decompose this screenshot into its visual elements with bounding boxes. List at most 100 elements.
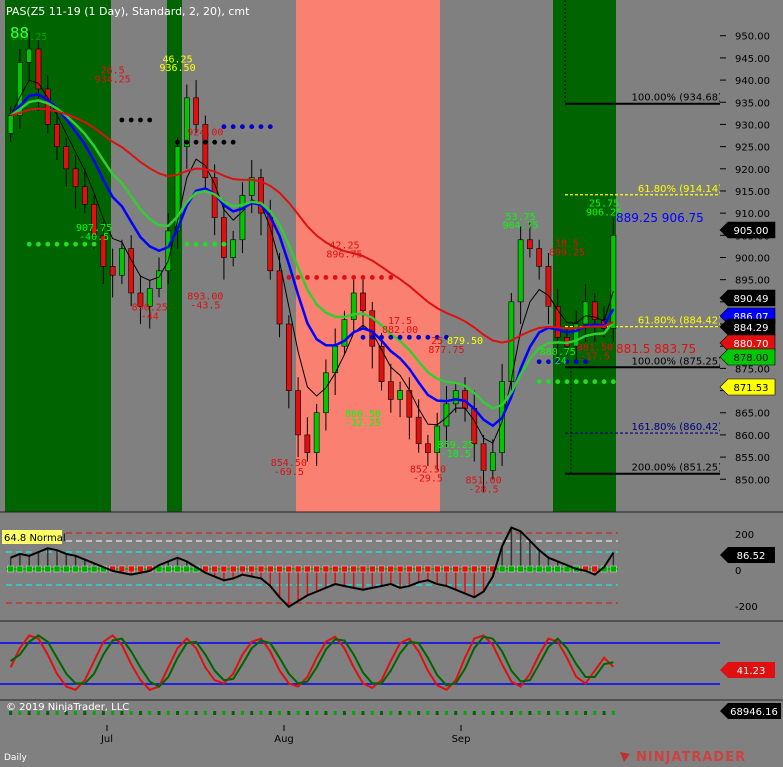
y-tick-label: 860.00 (735, 431, 770, 442)
volume-bar (482, 711, 486, 715)
price-annotation: 879.50 (447, 336, 483, 347)
histogram-zero-marker (369, 565, 376, 573)
histogram-zero-marker (294, 565, 302, 573)
volume-bar (546, 711, 550, 715)
volume-bar (231, 711, 235, 715)
trading-chart[interactable]: 100.00% (934.68) 61.80% (914.14) 61.80% (8… (0, 0, 783, 767)
volume-bar (602, 711, 606, 715)
volume-value: 68946.16 (730, 707, 778, 718)
x-tick-label: Aug (274, 734, 294, 745)
volume-bar (500, 711, 504, 715)
price-annotation: -17.5 (580, 352, 610, 363)
signal-dot (212, 139, 218, 145)
volume-bar (491, 711, 495, 715)
signal-dot (45, 241, 51, 247)
candle-body (313, 412, 320, 453)
price-tag-value: 890.49 (734, 294, 769, 305)
signal-dot (249, 124, 255, 130)
price-annotation: 936.50 (159, 63, 195, 74)
price-tag-value: 884.29 (734, 323, 769, 334)
histogram-zero-marker (322, 565, 330, 573)
candle-body (517, 239, 524, 303)
signal-dot (230, 139, 236, 145)
price-annotation: -28.5 (468, 485, 498, 496)
price-annotation: 934.25 (95, 74, 131, 85)
histogram-zero-marker (545, 565, 552, 573)
signal-dot (221, 139, 227, 145)
histogram-zero-marker (526, 565, 534, 573)
candle-body (443, 403, 450, 427)
histogram-zero-marker (517, 565, 524, 573)
histogram-zero-marker (239, 565, 246, 573)
signal-dot (573, 379, 579, 385)
period-label: Daily (4, 753, 27, 763)
price-annotation: -32.25 (345, 418, 381, 429)
signal-dot (230, 124, 236, 130)
price-tag: 890.49 (719, 289, 776, 307)
signal-dot (147, 117, 153, 123)
volume-bar (315, 711, 319, 715)
histogram-zero-marker (72, 565, 79, 573)
candle-body (54, 124, 60, 147)
histogram-zero-marker (341, 565, 348, 573)
histogram-zero-marker (304, 565, 311, 573)
candle-body (545, 266, 552, 307)
volume-bar (361, 711, 365, 715)
histogram-zero-marker (257, 565, 265, 573)
signal-dot (425, 334, 431, 340)
price-tag-value: 871.53 (734, 383, 769, 394)
volume-bar (352, 711, 356, 715)
signal-dot (73, 241, 78, 247)
volume-bar (574, 711, 578, 715)
y-tick-label: 940.00 (735, 76, 770, 87)
volume-bar (398, 711, 402, 715)
volume-bar (305, 711, 309, 715)
candle-body (285, 323, 292, 391)
histogram-zero-marker (53, 565, 61, 573)
histogram-zero-marker (90, 565, 98, 573)
candle-body (72, 168, 79, 187)
candle-body (26, 48, 33, 63)
volume-bar (278, 711, 282, 715)
signal-dot (193, 241, 199, 247)
price-annotation: 896.75 (326, 250, 362, 261)
signal-dot (536, 379, 542, 385)
signal-dot (295, 275, 301, 280)
price-tag-value: 905.00 (734, 226, 769, 237)
signal-dot (573, 359, 579, 365)
y-tick-label: 945.00 (735, 54, 770, 65)
price-annotation: -43.5 (190, 301, 220, 312)
y-tick-label: 910.00 (735, 209, 770, 220)
fib-level-label: 61.80% (884.42) (638, 316, 722, 327)
signal-dot (36, 241, 41, 247)
signal-dot (240, 124, 245, 130)
signal-dot (184, 241, 190, 247)
oscillator-value: 41.23 (737, 666, 766, 677)
fib-level-label: 161.80% (860.42) (632, 422, 723, 433)
candle-body (378, 345, 385, 382)
signal-dot (583, 379, 588, 385)
volume-bar (268, 711, 272, 715)
signal-dot (379, 275, 384, 280)
histogram-zero-marker (610, 565, 617, 573)
signal-dot (323, 275, 329, 280)
histogram-zero-marker (415, 565, 422, 573)
y-tick-label: 935.00 (735, 98, 770, 109)
price-axis[interactable]: 850.00855.00860.00865.00870.00875.00880.… (720, 0, 783, 512)
histogram-zero-marker (118, 565, 126, 573)
price-annotation: -29.5 (413, 473, 443, 484)
histogram-zero-marker (535, 565, 543, 573)
candle-body (425, 443, 431, 453)
volume-bar (426, 711, 430, 715)
candle-body (360, 292, 366, 312)
price-annotation: 924.00 (187, 128, 223, 139)
price-tag: 884.29 (719, 318, 776, 336)
histogram-zero-marker (81, 565, 89, 573)
signal-dot (592, 379, 598, 385)
fib-level-label: 100.00% (875.25) (632, 356, 723, 367)
volume-bar (444, 711, 448, 715)
histogram-tick-label: 0 (735, 566, 741, 577)
price-annotation: 882.00 (382, 325, 418, 336)
histogram-zero-marker (591, 565, 599, 573)
candle-body (7, 115, 14, 134)
